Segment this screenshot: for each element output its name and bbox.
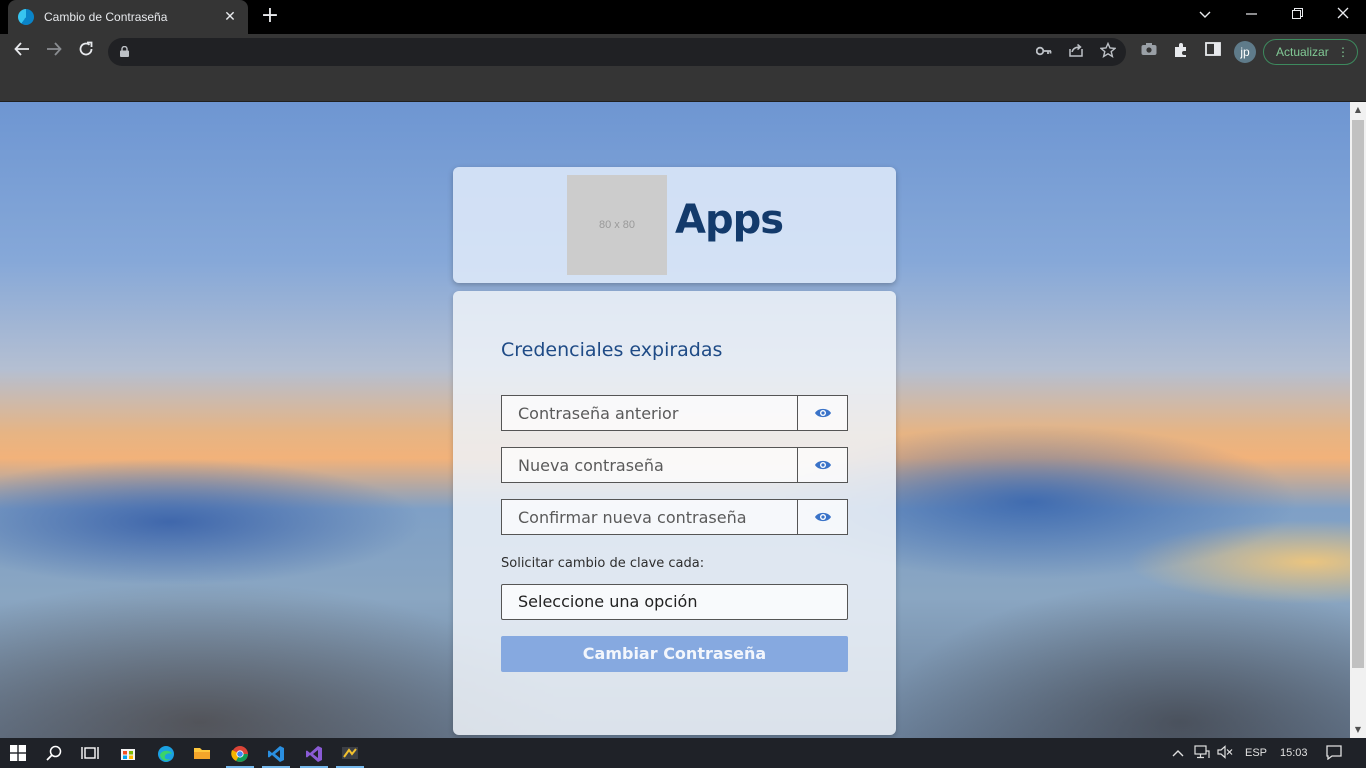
tray-overflow-chevron-icon[interactable] xyxy=(1169,745,1187,761)
store-icon[interactable] xyxy=(110,742,146,768)
windows-start-icon[interactable] xyxy=(0,742,36,768)
scroll-up-arrow-icon[interactable]: ▲ xyxy=(1350,102,1366,118)
browser-tab[interactable]: Cambio de Contraseña ✕ xyxy=(8,0,248,34)
toggle-confirm-password-button[interactable] xyxy=(797,499,848,535)
reload-icon[interactable] xyxy=(74,40,98,64)
update-browser-button[interactable]: Actualizar ⋮ xyxy=(1263,39,1358,65)
network-icon[interactable] xyxy=(1193,745,1211,761)
share-icon[interactable] xyxy=(1066,42,1086,62)
clock[interactable]: 15:03 xyxy=(1280,745,1308,761)
task-view-icon[interactable] xyxy=(72,742,108,768)
toggle-new-password-button[interactable] xyxy=(797,447,848,483)
extensions-puzzle-icon[interactable] xyxy=(1171,42,1191,62)
tab-search-icon[interactable] xyxy=(1182,0,1228,30)
edge-icon[interactable] xyxy=(148,742,184,768)
confirm-password-group xyxy=(501,499,848,535)
scrollbar-thumb[interactable] xyxy=(1352,120,1364,668)
old-password-input[interactable] xyxy=(501,395,797,431)
more-menu-icon[interactable]: ⋮ xyxy=(1337,40,1349,64)
notifications-icon[interactable] xyxy=(1325,745,1343,761)
restore-button[interactable] xyxy=(1274,0,1320,30)
windows-taskbar: ESP 15:03 xyxy=(0,738,1366,768)
brand-card: 80 x 80 Apps xyxy=(453,167,896,283)
key-icon[interactable] xyxy=(1034,42,1054,62)
change-password-button[interactable]: Cambiar Contraseña xyxy=(501,636,848,672)
confirm-password-input[interactable] xyxy=(501,499,797,535)
new-tab-button[interactable]: + xyxy=(258,5,282,29)
back-arrow-icon[interactable] xyxy=(10,40,34,64)
minimize-button[interactable] xyxy=(1228,0,1274,30)
old-password-group xyxy=(501,395,848,431)
eye-icon xyxy=(814,512,831,522)
search-icon[interactable] xyxy=(36,742,72,768)
frequency-label: Solicitar cambio de clave cada: xyxy=(501,556,705,571)
new-password-group xyxy=(501,447,848,483)
brand-name: Apps xyxy=(675,197,784,243)
form-title: Credenciales expiradas xyxy=(501,339,723,361)
tab-title: Cambio de Contraseña xyxy=(44,10,168,24)
vscode-icon[interactable] xyxy=(258,742,294,768)
page-background: 80 x 80 Apps Credenciales expiradas Soli… xyxy=(0,102,1350,738)
page-scrollbar[interactable]: ▲ ▼ xyxy=(1350,102,1366,738)
forward-arrow-icon[interactable] xyxy=(42,40,66,64)
bookmark-star-icon[interactable] xyxy=(1098,41,1118,62)
language-indicator[interactable]: ESP xyxy=(1245,745,1267,761)
bookmarks-bar xyxy=(0,70,1366,102)
toggle-old-password-button[interactable] xyxy=(797,395,848,431)
lock-icon[interactable] xyxy=(120,46,129,57)
file-explorer-icon[interactable] xyxy=(184,742,220,768)
scroll-down-arrow-icon[interactable]: ▼ xyxy=(1350,722,1366,738)
address-bar[interactable] xyxy=(108,38,1126,66)
update-label: Actualizar xyxy=(1276,45,1329,59)
edge-favicon-icon xyxy=(18,9,34,25)
side-panel-icon[interactable] xyxy=(1203,42,1223,62)
visual-studio-icon[interactable] xyxy=(296,742,332,768)
browser-toolbar xyxy=(0,34,1366,70)
browser-tab-strip: Cambio de Contraseña ✕ + xyxy=(0,0,1366,34)
password-change-form: Credenciales expiradas Solicitar cambio … xyxy=(453,291,896,735)
close-window-button[interactable] xyxy=(1320,0,1366,30)
frequency-select[interactable]: Seleccione una opción xyxy=(501,584,848,620)
chrome-icon[interactable] xyxy=(222,742,258,768)
app-icon[interactable] xyxy=(332,742,368,768)
profile-avatar[interactable]: jp xyxy=(1234,41,1256,63)
logo-placeholder: 80 x 80 xyxy=(567,175,667,275)
tab-close-icon[interactable]: ✕ xyxy=(222,9,238,25)
volume-muted-icon[interactable] xyxy=(1216,745,1234,761)
eye-icon xyxy=(814,408,831,418)
eye-icon xyxy=(814,460,831,470)
new-password-input[interactable] xyxy=(501,447,797,483)
camera-icon[interactable] xyxy=(1139,42,1159,62)
